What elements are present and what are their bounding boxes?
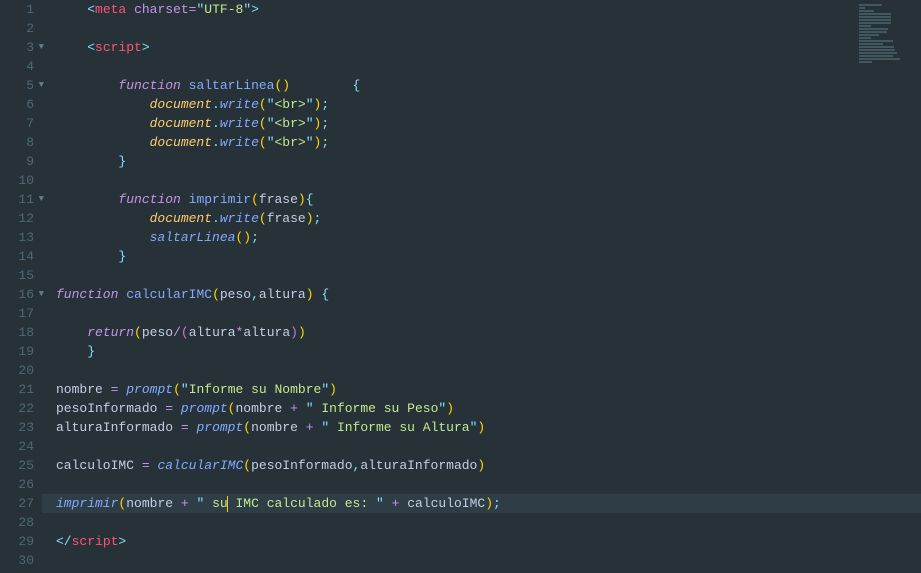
line-number: 9 bbox=[0, 152, 34, 171]
code-editor[interactable]: 123▼45▼67891011▼1213141516▼1718192021222… bbox=[0, 0, 921, 573]
line-number: 10 bbox=[0, 171, 34, 190]
line-number: 13 bbox=[0, 228, 34, 247]
code-line[interactable] bbox=[56, 437, 921, 456]
code-line[interactable]: } bbox=[56, 247, 921, 266]
code-line[interactable] bbox=[56, 57, 921, 76]
line-number: 2 bbox=[0, 19, 34, 38]
code-line[interactable]: document.write("<br>"); bbox=[56, 95, 921, 114]
line-number: 11▼ bbox=[0, 190, 34, 209]
code-line[interactable] bbox=[56, 304, 921, 323]
line-number: 30 bbox=[0, 551, 34, 570]
line-number: 29 bbox=[0, 532, 34, 551]
code-line[interactable] bbox=[56, 551, 921, 570]
code-line[interactable]: nombre = prompt("Informe su Nombre") bbox=[56, 380, 921, 399]
line-number: 19 bbox=[0, 342, 34, 361]
code-line[interactable]: document.write(frase); bbox=[56, 209, 921, 228]
code-line[interactable]: alturaInformado = prompt(nombre + " Info… bbox=[56, 418, 921, 437]
line-number: 26 bbox=[0, 475, 34, 494]
line-number: 15 bbox=[0, 266, 34, 285]
code-line[interactable] bbox=[56, 266, 921, 285]
code-line[interactable]: } bbox=[56, 342, 921, 361]
code-line[interactable]: imprimir(nombre + " su IMC calculado es:… bbox=[56, 494, 921, 513]
code-line[interactable]: </script> bbox=[56, 532, 921, 551]
code-line[interactable] bbox=[56, 361, 921, 380]
line-number: 20 bbox=[0, 361, 34, 380]
code-line[interactable]: function imprimir(frase){ bbox=[56, 190, 921, 209]
line-number-gutter: 123▼45▼67891011▼1213141516▼1718192021222… bbox=[0, 0, 42, 573]
code-line[interactable] bbox=[56, 171, 921, 190]
line-number: 22 bbox=[0, 399, 34, 418]
code-line[interactable]: } bbox=[56, 152, 921, 171]
line-number: 8 bbox=[0, 133, 34, 152]
line-number: 14 bbox=[0, 247, 34, 266]
line-number: 28 bbox=[0, 513, 34, 532]
code-line[interactable] bbox=[56, 513, 921, 532]
minimap[interactable] bbox=[859, 4, 917, 64]
line-number: 4 bbox=[0, 57, 34, 76]
code-line[interactable]: function calcularIMC(peso,altura) { bbox=[56, 285, 921, 304]
code-line[interactable]: calculoIMC = calcularIMC(pesoInformado,a… bbox=[56, 456, 921, 475]
code-line[interactable]: <meta charset="UTF-8"> bbox=[56, 0, 921, 19]
code-line[interactable]: pesoInformado = prompt(nombre + " Inform… bbox=[56, 399, 921, 418]
line-number: 18 bbox=[0, 323, 34, 342]
line-number: 7 bbox=[0, 114, 34, 133]
line-number: 12 bbox=[0, 209, 34, 228]
line-number: 17 bbox=[0, 304, 34, 323]
code-line[interactable]: saltarLinea(); bbox=[56, 228, 921, 247]
line-number: 3▼ bbox=[0, 38, 34, 57]
code-line[interactable]: document.write("<br>"); bbox=[56, 133, 921, 152]
code-line[interactable] bbox=[56, 19, 921, 38]
line-number: 6 bbox=[0, 95, 34, 114]
line-number: 25 bbox=[0, 456, 34, 475]
line-number: 23 bbox=[0, 418, 34, 437]
line-number: 5▼ bbox=[0, 76, 34, 95]
line-number: 24 bbox=[0, 437, 34, 456]
line-number: 16▼ bbox=[0, 285, 34, 304]
code-line[interactable]: <script> bbox=[56, 38, 921, 57]
code-line[interactable]: document.write("<br>"); bbox=[56, 114, 921, 133]
line-number: 27 bbox=[0, 494, 34, 513]
code-line[interactable]: function saltarLinea() { bbox=[56, 76, 921, 95]
code-line[interactable] bbox=[56, 475, 921, 494]
line-number: 21 bbox=[0, 380, 34, 399]
code-area[interactable]: <meta charset="UTF-8"> <script> function… bbox=[42, 0, 921, 573]
code-line[interactable]: return(peso/(altura*altura)) bbox=[56, 323, 921, 342]
line-number: 1 bbox=[0, 0, 34, 19]
